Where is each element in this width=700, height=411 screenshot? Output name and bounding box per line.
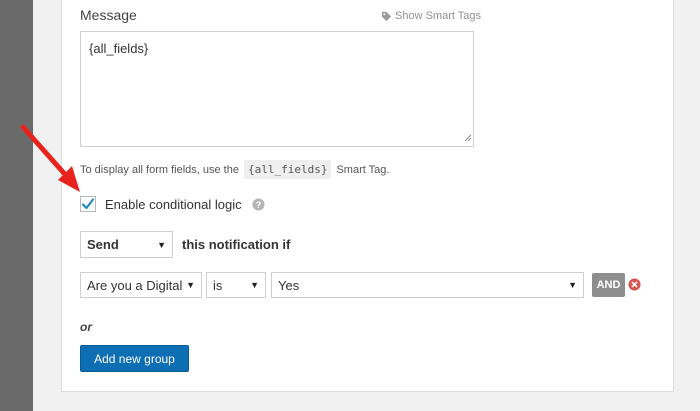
chevron-down-icon: ▼: [157, 239, 166, 250]
checkmark-icon: [81, 198, 95, 210]
show-smart-tags-label: Show Smart Tags: [395, 10, 482, 22]
send-action-select[interactable]: Send ▼: [80, 231, 173, 258]
left-sidebar-strip: [0, 0, 33, 411]
annotation-arrow-icon: [20, 124, 80, 192]
all-fields-code-chip: {all_fields}: [243, 160, 332, 179]
conditional-logic-row: Enable conditional logic ?: [80, 196, 265, 212]
chevron-down-icon: ▼: [250, 280, 259, 290]
rule-field-select[interactable]: Are you a Digital ▼: [80, 272, 202, 298]
add-new-group-button[interactable]: Add new group: [80, 345, 189, 372]
all-fields-help-text: To display all form fields, use the {all…: [80, 160, 389, 179]
rule-field-value: Are you a Digital: [87, 277, 183, 293]
enable-conditional-logic-label[interactable]: Enable conditional logic: [105, 197, 242, 212]
close-circle-icon[interactable]: [628, 278, 641, 291]
rule-value-select[interactable]: Yes ▼: [271, 272, 584, 298]
message-textarea-value: {all_fields}: [89, 41, 149, 56]
chevron-down-icon: ▼: [186, 280, 195, 290]
enable-conditional-logic-checkbox[interactable]: [80, 196, 96, 212]
rule-operator-value: is: [213, 277, 223, 293]
tag-icon: [381, 11, 392, 22]
show-smart-tags-link[interactable]: Show Smart Tags: [381, 10, 481, 22]
resize-grip-icon[interactable]: [464, 130, 472, 145]
help-prefix: To display all form fields, use the: [80, 163, 239, 176]
rule-operator-select[interactable]: is ▼: [206, 272, 266, 298]
notification-if-text: this notification if: [182, 237, 291, 252]
send-action-value: Send: [87, 237, 119, 252]
chevron-down-icon: ▼: [568, 280, 577, 290]
help-suffix: Smart Tag.: [336, 163, 390, 176]
rule-value-value: Yes: [278, 277, 300, 293]
and-rule-button[interactable]: AND: [592, 273, 625, 297]
message-textarea[interactable]: {all_fields}: [80, 31, 474, 147]
question-circle-icon[interactable]: ?: [252, 197, 265, 211]
or-separator-text: or: [80, 320, 92, 334]
svg-text:?: ?: [255, 199, 261, 209]
message-label: Message: [80, 7, 137, 23]
